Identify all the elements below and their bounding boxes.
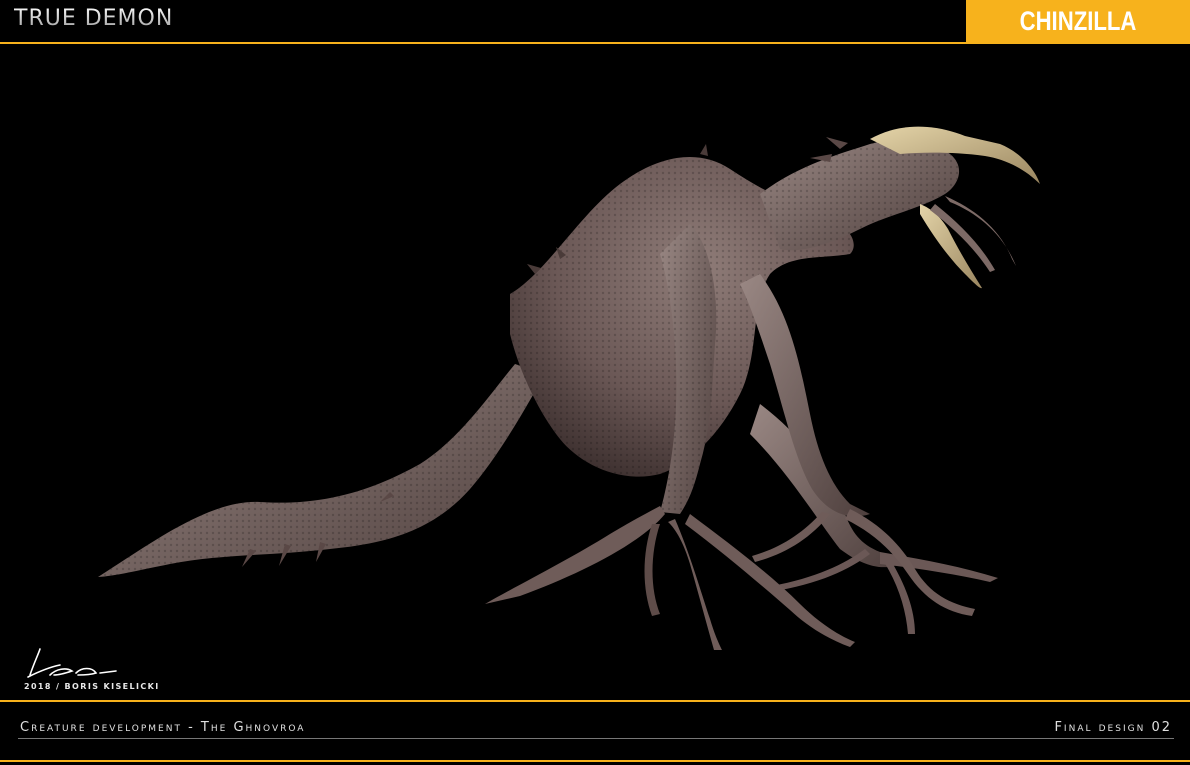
signature-caption: 2018 / BORIS KISELICKI [24, 682, 160, 691]
footer-divider [0, 700, 1190, 702]
creature-artwork [0, 44, 1190, 700]
creature-illustration [98, 126, 1040, 650]
creature-head [760, 126, 1040, 289]
header-bar: TRUE DEMON CHINZILLA FILMS [0, 0, 1190, 78]
footer-underline [18, 738, 1174, 739]
brand-logo: CHINZILLA FILMS [966, 0, 1190, 78]
brand-logo-text: CHINZILLA FILMS [1019, 6, 1137, 78]
bottom-divider [0, 760, 1190, 762]
creature-tail [98, 364, 545, 577]
concept-sheet: TRUE DEMON CHINZILLA FILMS [0, 0, 1190, 765]
footer-project-label: Creature development - The Ghnovroa [20, 720, 306, 735]
footer-stage-label: Final design 02 [1054, 720, 1172, 735]
sheet-title: TRUE DEMON [14, 6, 174, 31]
